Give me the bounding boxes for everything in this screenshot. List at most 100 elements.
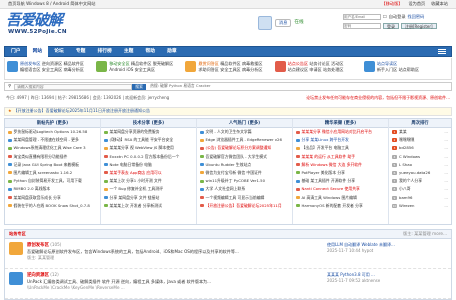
rank-item[interactable]: 1 某某... (389, 128, 451, 136)
nav-item-portal[interactable]: 门户 (5, 46, 27, 57)
messages-button[interactable]: 消息 (275, 18, 292, 28)
list-item[interactable]: Note 电脑日常备份 电脑 (101, 161, 196, 169)
quick-group: 站点公告区 站务讨论区 活动区 站点建议区 申请区 站务处理区 (273, 58, 362, 79)
rank-item[interactable]: 8 小八哥... (389, 185, 451, 193)
list-item[interactable]: PotPlayer 美化版本 分享 (293, 169, 388, 177)
rank-item[interactable]: 5L Shao... (389, 161, 451, 169)
list-item[interactable]: (公告) 吾爱破解论坛积分方案调整通知 (197, 144, 292, 152)
hot-search: 热搜: 破解 Python 易语言 Cracker (150, 83, 211, 89)
list-item[interactable]: Ubuntu Rudder 生效站点 (197, 161, 292, 169)
last-post-time: 2025-11-7 09:52 aktnense (327, 278, 381, 283)
rank-item[interactable]: 2 嘿嘿嘿嘿... (389, 136, 451, 144)
site-logo[interactable]: 吾爱破解 WWW.52PoJie.CN (6, 11, 78, 38)
logo-sub: WWW.52PoJie.CN (8, 29, 67, 35)
login-button[interactable]: 登录 (383, 23, 399, 29)
list-item[interactable]: Exxxtn PC 0.0.0.2 官方版本备份后一个 (101, 153, 196, 161)
forum-row[interactable]: 原创发布区 (105) 吾爱破解论坛原创软件发布区，包含Windows系统的工具… (5, 239, 451, 269)
rank-item[interactable]: 10 Wirezen... (389, 202, 451, 210)
list-item[interactable]: 某某网盘获取音乐成长 分享 (5, 194, 100, 202)
auto-login-checkbox[interactable]: ☐ (383, 14, 387, 20)
rank-item[interactable]: 6 yueeyou.data26... (389, 169, 451, 177)
nav-item-forum[interactable]: 论坛 (48, 46, 70, 57)
list-item[interactable]: 文明 - 人文的卫生杂文学篇 (197, 128, 292, 136)
forum-section: 站务专区 版主: 某某管理 more... 原创发布区 (105) 吾爱破解论坛… (4, 229, 452, 300)
list-item[interactable]: 分享 某某Linux 跨平台开发 (293, 136, 388, 144)
rank-item[interactable]: 4C Windows... (389, 153, 451, 161)
notice-link[interactable]: 【开放注册公告】吾爱破解论坛2025年11月11日开放注册开放注册通知公告 (14, 109, 150, 114)
list-item[interactable]: 图片编辑工具 screenasto 1.16.2 (5, 169, 100, 177)
quick-links: 原创发布区 逆向资源区 精品软件区 编程语言区 安全工具区 病毒分析区 移动安全区… (4, 58, 452, 80)
forum-row-title[interactable]: 逆向资源区 (27, 273, 49, 278)
forum-row-title[interactable]: 原创发布区 (27, 243, 49, 248)
list-item[interactable]: (【移动】RSA 的工具能 平安平台安全 (101, 136, 196, 144)
avatar[interactable] (258, 16, 272, 30)
list-item[interactable]: 基础 某工具插件 开源软件 分享 (293, 177, 388, 185)
list-item[interactable]: AI 高清工具 Windows 图片编辑 (293, 194, 388, 202)
rank-item[interactable]: 7 我的个人分享... (389, 177, 451, 185)
list-item[interactable]: 解析 Windows 微信 大连 多开软件 (293, 161, 388, 169)
set-home-link[interactable]: 设为首页 (408, 1, 425, 7)
list-item[interactable]: 某某某分享 微信小应用网站对比开启平台 (293, 128, 388, 136)
rank-item[interactable]: 9 bam96... (389, 194, 451, 202)
username-input[interactable] (343, 14, 381, 20)
nav-item-topics[interactable]: 专题 (70, 46, 92, 57)
list-item[interactable]: Edge 浏览器插件工具 - EdgeRenewer v26 (197, 136, 292, 144)
list-item[interactable]: 【开放注册公告】吾爱破解论坛2025年11月 (197, 202, 292, 210)
list-item[interactable]: 【出品】开发平台 电脑工具 (293, 144, 388, 152)
list-item[interactable]: 一个视频编辑工具 可显示当前编辑 (197, 194, 292, 202)
notice-icon: ★ (8, 108, 12, 114)
list-item[interactable]: 某某某分享 视 WebView JS 脚本使用 (101, 144, 196, 152)
forum-row[interactable]: 逆向资源区 (12) UnPack 汇编各类调试工具、破解类插件 软件 开源 逆… (5, 269, 451, 299)
password-input[interactable] (343, 23, 381, 29)
nav-item-site[interactable]: 网站 (26, 46, 49, 57)
forum-title[interactable]: 站务专区 (9, 231, 26, 237)
nav-item-threads[interactable]: 主题 (118, 46, 140, 57)
list-item[interactable]: 某某网盘分享资源的免费服务 (101, 128, 196, 136)
list-item[interactable]: Windows系统清理优化工具 Wise Care 3 (5, 144, 100, 152)
grid-col-rank: 周次排行 1 某某... 2 嘿嘿嘿嘿... 3 bd2856... 4C Windo… (389, 119, 451, 224)
list-item[interactable]: RIMBO 2.0 离线版本 (5, 185, 100, 193)
category-icon (185, 61, 197, 72)
grid-col-new: 新帖先护 (更多) 罗技鼠标驱动Logitech Options 10.26.5… (5, 119, 101, 224)
list-item[interactable]: 某某上次 分享1 小时开测 文件 (101, 177, 196, 185)
register-button[interactable]: 注册[Register] (401, 23, 437, 29)
favorite-link[interactable]: 收藏本站 (431, 1, 448, 7)
list-item[interactable]: 大学 人文社会网上联系 (197, 185, 292, 193)
search-input[interactable] (14, 83, 133, 90)
nav-item-ranking[interactable]: 排行榜 (91, 46, 117, 57)
search-button[interactable]: 搜索 (132, 83, 147, 90)
list-item[interactable]: Nanti Connect Secure 使用共享 (293, 185, 388, 193)
grid-col-elite: 精华采撷 (更多) 某某某分享 微信小应用网站对比开启平台 分享 某某Linux… (293, 119, 389, 224)
last-post-time: 2025-11-7 10:44 hypot (327, 248, 374, 253)
forum-row-sub: \UnPackMe \CrackMe \KeyGenMe \ReverseMe … (27, 285, 125, 290)
list-item[interactable]: 记录 Java GUI Spring Boot 来着模板 (5, 161, 100, 169)
list-item[interactable]: Python 自封装简易开发工具，可用下载 (5, 177, 100, 185)
main-nav: 门户 网站 论坛 专题 排行榜 主题 帮助 勋章 (4, 46, 452, 57)
rank-item[interactable]: 3 bd2856... (389, 144, 451, 152)
login-box: ☐ 自动登录 找回密码 登录 注册[Register] (343, 13, 451, 39)
top-bar-links: 【移动版】 设为首页 收藏本站 (382, 1, 448, 7)
list-item[interactable]: 罗技鼠标驱动Logitech Options 10.26.58 (5, 128, 100, 136)
menu-icon[interactable] (435, 47, 449, 56)
list-item[interactable]: 淘宝类似直播有限积分功能插件 (5, 153, 100, 161)
list-item[interactable]: 某某某上次 开发者 分享新测试 (101, 202, 196, 210)
stats-text: 今日: 4997 | 昨日: 13694 | 帖子: 29815686 | 会员… (6, 95, 170, 101)
list-item[interactable]: 某某某 的运行 从工具软件 助手 (293, 153, 388, 161)
list-item[interactable]: 某某网盘管理 - 不限速在线空间 - 更多 (5, 136, 100, 144)
list-item[interactable]: 某某手表去 App商店 应用可以 (101, 169, 196, 177)
notice-bar: ★ 【开放注册公告】吾爱破解论坛2025年11月11日开放注册开放注册通知公告 (4, 107, 452, 116)
stats-bar: 今日: 4997 | 昨日: 13694 | 帖子: 29815686 | 会员… (4, 93, 452, 104)
mobile-link[interactable]: 【移动版】 (382, 1, 403, 7)
find-password-link[interactable]: 找回密码 (408, 14, 425, 20)
status-label: 在线 (294, 20, 304, 26)
nav-item-medals[interactable]: 勋章 (161, 46, 183, 57)
list-item[interactable]: win11升级补丁 PyCOBE Ver1.50 (197, 177, 292, 185)
list-item[interactable]: 假装在乎的人在线 BOOK Snow Shot_0.7.8 (5, 202, 100, 210)
list-item[interactable]: 微信为支付宝号新 微信 中国证件 (197, 169, 292, 177)
list-item[interactable]: 分享 某网盘分享 文件 链接站 (101, 194, 196, 202)
logo-main: 吾爱破解 (6, 11, 63, 29)
nav-item-help[interactable]: 帮助 (139, 46, 161, 57)
list-item[interactable]: 吾爱破解官方微信团队 - 大学生模式 (197, 153, 292, 161)
list-item[interactable]: 一个 Bug 修复补全机 工具测评 (101, 185, 196, 193)
list-item[interactable]: HarmonyOS 新的配套 开发者 分享 (293, 202, 388, 210)
